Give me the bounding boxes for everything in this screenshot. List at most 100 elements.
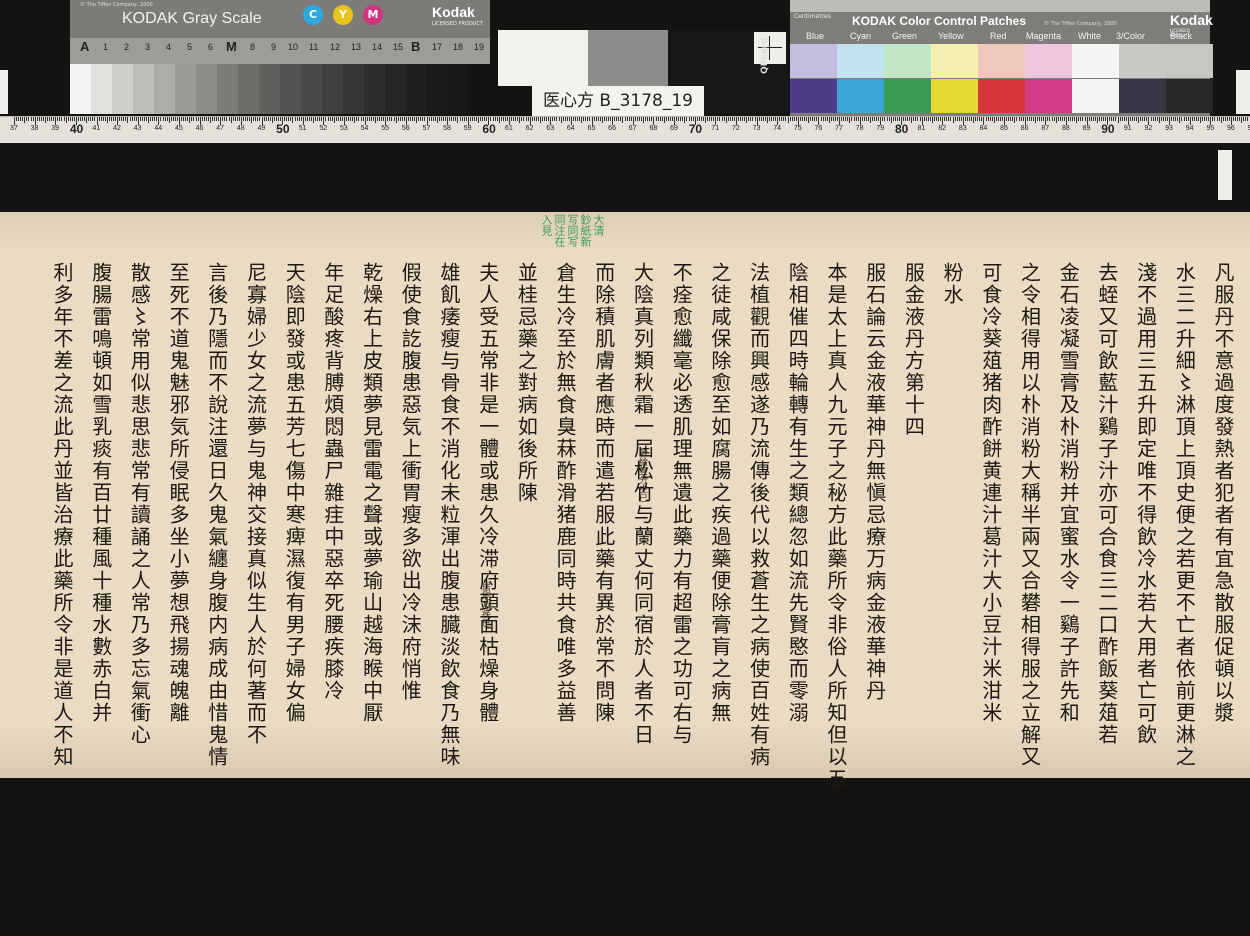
ruler-tick: [55, 117, 57, 125]
ruler-tick: [849, 117, 851, 123]
ruler-tick: [940, 117, 942, 121]
ruler-tick: [197, 117, 199, 121]
ruler-tick: [397, 117, 399, 121]
ruler-tick: [366, 117, 368, 121]
ruler-tick: [789, 117, 791, 121]
ruler-tick: [348, 117, 350, 121]
ruler-tick: [783, 117, 785, 121]
ruler-tick: [88, 117, 90, 121]
ruler-number: 46: [195, 125, 204, 132]
ruler-tick: [533, 117, 535, 121]
ruler-tick: [170, 117, 172, 121]
ruler-tick: [94, 117, 96, 121]
ruler-tick: [630, 117, 632, 121]
ruler-tick: [570, 117, 572, 125]
ruler-tick: [655, 117, 657, 121]
ruler-tick: [639, 117, 640, 121]
ruler-tick: [801, 117, 803, 121]
ruler-tick: [517, 117, 519, 121]
ruler-number: 63: [546, 125, 555, 132]
ruler-tick: [275, 117, 277, 121]
ruler-tick: [1179, 117, 1181, 123]
ruler-tick: [498, 117, 500, 123]
ruler-tick: [841, 117, 843, 121]
ruler-tick: [1094, 117, 1096, 121]
ruler-tick: [705, 117, 706, 123]
ruler-tick: [999, 117, 1001, 121]
ruler-tick: [1224, 117, 1226, 121]
ruler-tick: [502, 117, 504, 121]
color-label-magenta: Magenta: [1026, 31, 1062, 41]
ruler-tick: [680, 117, 682, 121]
ruler-tick: [395, 117, 397, 123]
step-label: 14: [372, 42, 383, 52]
ruler-tick: [698, 117, 700, 121]
gray-patch: [427, 64, 448, 114]
ruler-number: 88: [1061, 125, 1070, 132]
ruler-tick: [158, 117, 160, 125]
ruler-tick: [1037, 117, 1039, 121]
ruler-number: 85: [1000, 125, 1008, 132]
ruler-tick: [80, 117, 81, 121]
ruler-tick: [100, 117, 102, 121]
ruler-tick: [577, 117, 579, 121]
color-label-green: Green: [892, 31, 918, 41]
color-target-title: KODAK Color Control Patches: [852, 14, 1027, 28]
ruler-tick: [339, 117, 341, 121]
ruler-tick: [1063, 117, 1065, 121]
ruler-tick: [356, 117, 358, 121]
ruler-tick: [622, 117, 624, 123]
ruler-tick: [1080, 117, 1082, 121]
ruler-tick: [183, 117, 185, 121]
ruler-tick: [628, 117, 630, 121]
ruler-tick: [892, 117, 894, 121]
ruler-tick: [269, 117, 271, 121]
ruler-tick: [257, 117, 259, 121]
ruler-tick: [764, 117, 766, 121]
ruler-tick: [674, 117, 676, 125]
ruler-tick: [661, 117, 663, 121]
ruler-tick: [669, 117, 671, 121]
ruler-tick: [1065, 117, 1067, 125]
ruler-tick: [1024, 117, 1026, 125]
ruler-tick: [997, 117, 999, 121]
ruler-tick: [374, 117, 376, 123]
ruler-tick: [26, 117, 28, 121]
ruler-tick: [855, 117, 857, 121]
ruler-tick: [1053, 117, 1055, 121]
ruler-tick: [1090, 117, 1092, 121]
ruler-tick: [174, 117, 176, 121]
ruler-tick: [247, 117, 249, 121]
color-patch-top: [1025, 44, 1072, 78]
ruler-tick: [634, 117, 636, 121]
gray-patch: [175, 64, 196, 114]
ruler-tick: [919, 117, 921, 121]
ruler-tick: [86, 117, 88, 123]
ruler-tick: [735, 117, 737, 125]
ruler-tick: [636, 117, 638, 121]
ruler-tick: [1247, 117, 1249, 121]
ruler-tick: [480, 117, 482, 121]
ruler-tick: [195, 117, 197, 121]
gray-scale-target: © The Tiffen Company, 2000 KODAK Gray Sc…: [70, 0, 490, 114]
ruler-tick: [748, 117, 750, 121]
ruler-tick: [845, 117, 847, 121]
ruler-tick: [189, 117, 191, 123]
ruler-tick: [179, 117, 181, 125]
ruler-tick: [459, 117, 461, 121]
ruler-tick: [589, 117, 591, 121]
ruler-tick: [591, 117, 593, 125]
ruler-tick: [954, 117, 956, 121]
ruler-tick: [245, 117, 247, 121]
ruler-tick: [236, 117, 238, 121]
cyan-dot-icon: C: [303, 5, 323, 25]
ruler-tick: [232, 117, 234, 121]
ruler-tick: [839, 117, 841, 125]
ruler-tick: [731, 117, 733, 121]
ruler-tick: [255, 117, 257, 121]
text-column: 之徒咸保除愈至如腐腸之疾過藥便除膏肓之病無: [707, 262, 732, 724]
color-target-company: © The Tiffen Company, 2000: [1044, 21, 1117, 27]
ruler-tick: [82, 117, 84, 121]
ruler-tick: [890, 117, 892, 123]
ruler-tick: [115, 117, 117, 121]
